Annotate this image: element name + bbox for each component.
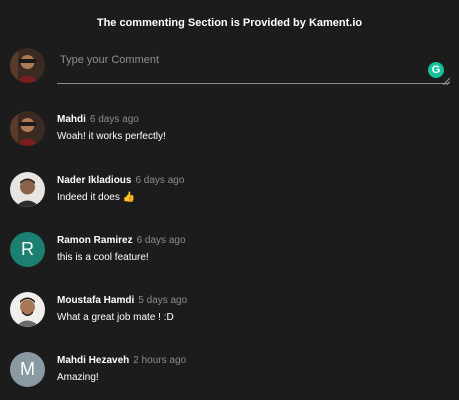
comment-header: Mahdi 6 days ago	[57, 114, 139, 125]
comment-text-body: Indeed it does	[57, 192, 120, 203]
comment-time: 6 days ago	[89, 114, 139, 125]
comment-time: 6 days ago	[136, 235, 186, 246]
comment-text: Amazing!	[57, 372, 99, 383]
comment-time: 5 days ago	[138, 295, 188, 306]
comment-item: Nader Ikladious 6 days ago Indeed it does…	[10, 172, 450, 212]
section-heading: The commenting Section is Provided by Ka…	[96, 17, 363, 29]
comment-header: Moustafa Hamdi 5 days ago	[57, 295, 187, 306]
comment-text: Woah! it works perfectly!	[57, 131, 166, 142]
comment-text: this is a cool feature!	[57, 252, 149, 263]
compose-area: G	[10, 46, 450, 86]
comment-author[interactable]: Nader Ikladious	[57, 175, 131, 186]
comment-header: Ramon Ramirez 6 days ago	[57, 235, 186, 246]
comment-item: R Ramon Ramirez 6 days ago this is a cool…	[10, 232, 450, 272]
comment-text: What a great job mate ! :D	[57, 312, 174, 323]
comment-item: M Mahdi Hezaveh 2 hours ago Amazing!	[10, 352, 450, 392]
comment-section: The commenting Section is Provided by Ka…	[0, 0, 459, 400]
comment-time: 6 days ago	[135, 175, 185, 186]
current-user-avatar	[10, 48, 45, 83]
grammarly-icon[interactable]: G	[428, 62, 444, 78]
comment-header: Mahdi Hezaveh 2 hours ago	[57, 355, 186, 366]
avatar[interactable]	[10, 292, 45, 327]
resize-grip-icon[interactable]	[443, 78, 450, 85]
avatar[interactable]: M	[10, 352, 45, 387]
comment-input[interactable]	[57, 46, 449, 84]
thumbs-up-icon: 👍	[122, 192, 136, 203]
comment-author[interactable]: Moustafa Hamdi	[57, 295, 134, 306]
avatar[interactable]	[10, 172, 45, 207]
comment-item: Moustafa Hamdi 5 days ago What a great jo…	[10, 292, 450, 332]
avatar[interactable]: R	[10, 232, 45, 267]
avatar[interactable]	[10, 111, 45, 146]
comment-time: 2 hours ago	[133, 355, 187, 366]
comment-header: Nader Ikladious 6 days ago	[57, 175, 184, 186]
comment-author[interactable]: Ramon Ramirez	[57, 235, 133, 246]
comment-author[interactable]: Mahdi Hezaveh	[57, 355, 129, 366]
comment-item: Mahdi 6 days ago Woah! it works perfectly…	[10, 111, 450, 151]
comment-text: Indeed it does 👍	[57, 192, 135, 203]
comment-author[interactable]: Mahdi	[57, 114, 86, 125]
